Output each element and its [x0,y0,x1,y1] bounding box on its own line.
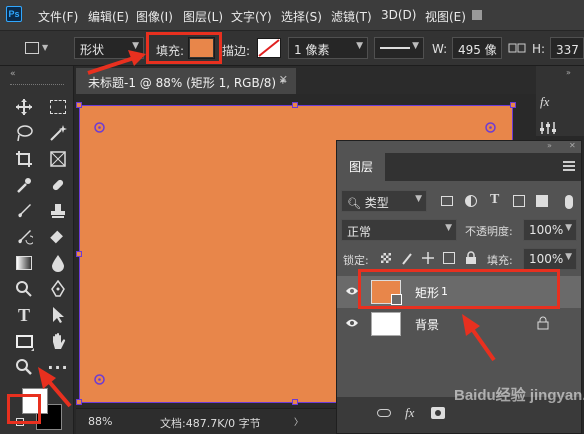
arrow-to-layer-icon [462,314,496,362]
arrow-to-fill-icon [87,50,146,75]
watermark: Baidu经验 jingyan.baidu.com [454,387,584,404]
annotation-arrows [38,50,496,408]
arrow-to-rectangle-tool-icon [38,367,72,408]
